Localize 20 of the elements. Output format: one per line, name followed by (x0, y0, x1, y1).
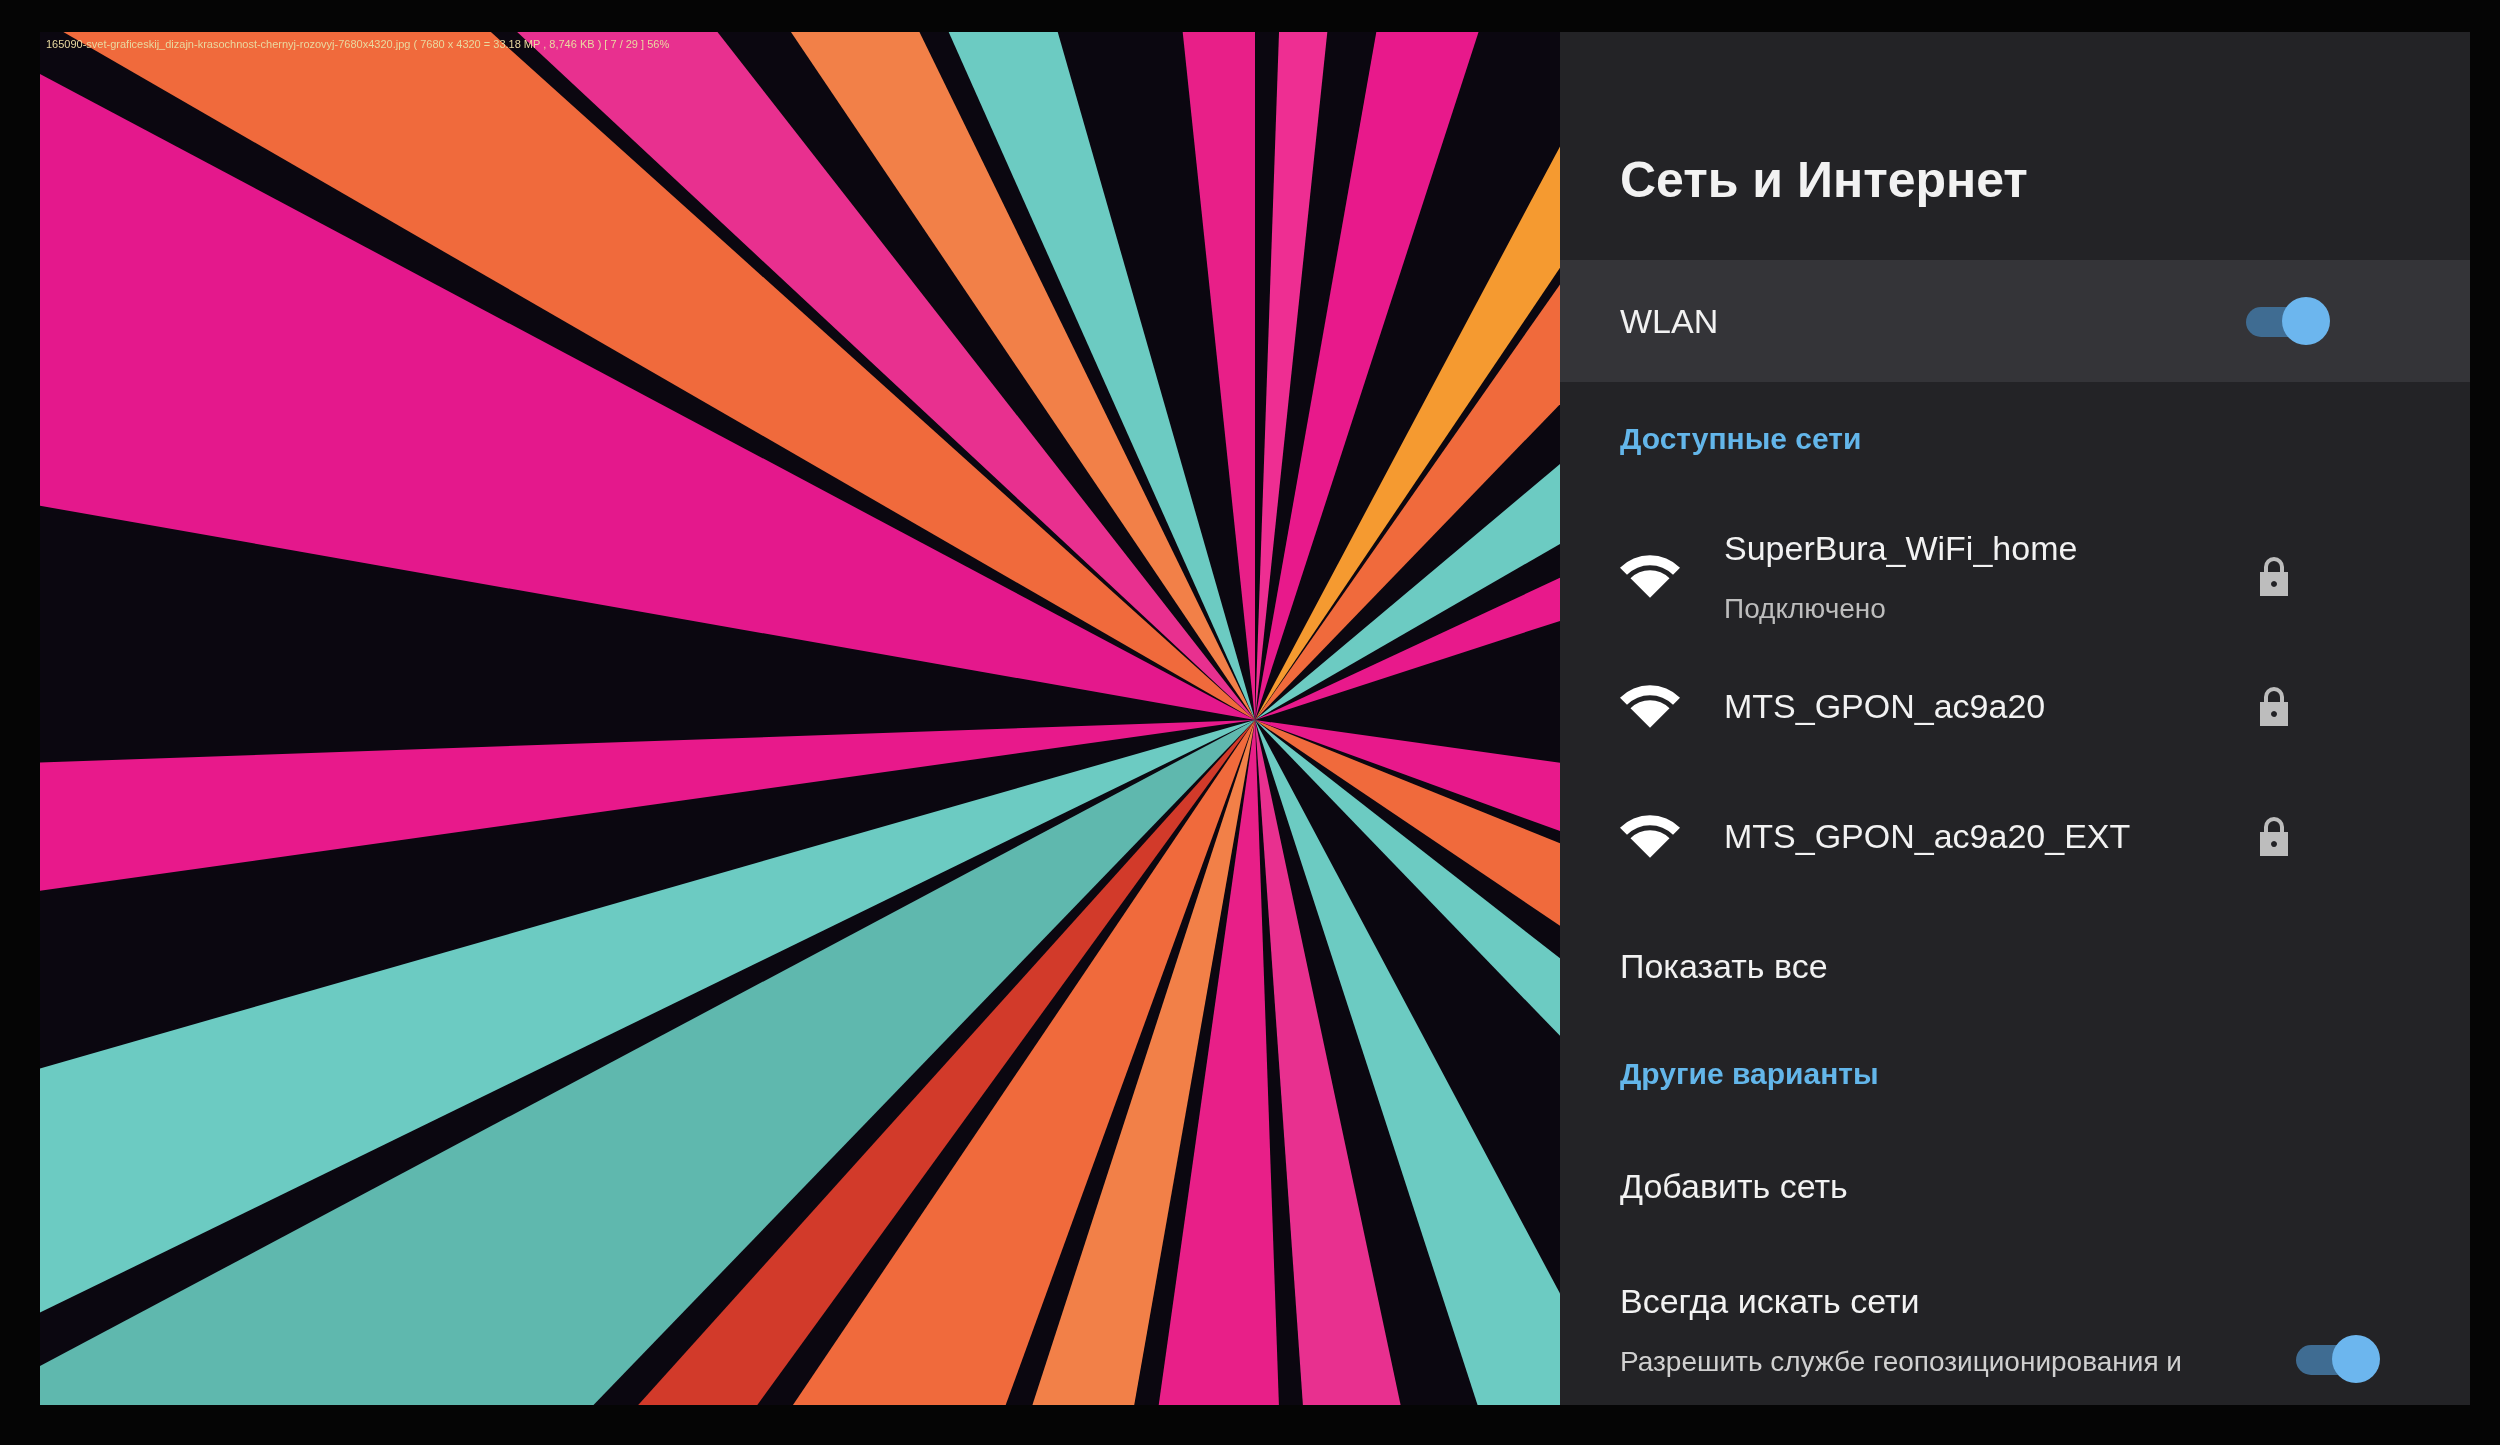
show-all-item[interactable]: Показать все (1560, 901, 2470, 1031)
wifi-icon (1620, 684, 1680, 728)
wlan-row[interactable]: WLAN (1560, 260, 2470, 382)
network-item[interactable]: MTS_GPON_ac9a20_EXT (1560, 771, 2470, 901)
network-name: MTS_GPON_ac9a20_EXT (1724, 815, 2132, 857)
wifi-icon (1620, 814, 1680, 858)
section-header: Другие варианты (1619, 1056, 1880, 1092)
network-name: MTS_GPON_ac9a20 (1724, 685, 2047, 727)
toggle-switch[interactable] (2296, 1335, 2380, 1383)
toggle-switch[interactable] (2246, 297, 2330, 345)
wlan-label: WLAN (1620, 300, 1719, 342)
always-scan-item[interactable]: Всегда искать сети Разрешить службе геопозиционирования и (1560, 1276, 2470, 1383)
network-status: Подключено (1724, 591, 1887, 626)
setting-description: Разрешить службе геопозиционирования и (1620, 1345, 2183, 1379)
panel-title: Сеть и Интернет (1619, 151, 2029, 210)
wifi-icon (1620, 554, 1680, 598)
network-name: SuperBura_WiFi_home (1724, 527, 2079, 569)
setting-label: Всегда искать сети (1620, 1281, 1921, 1322)
add-network-item[interactable]: Добавить сеть (1560, 1136, 2470, 1236)
section-header: Доступные сети (1619, 421, 1863, 457)
